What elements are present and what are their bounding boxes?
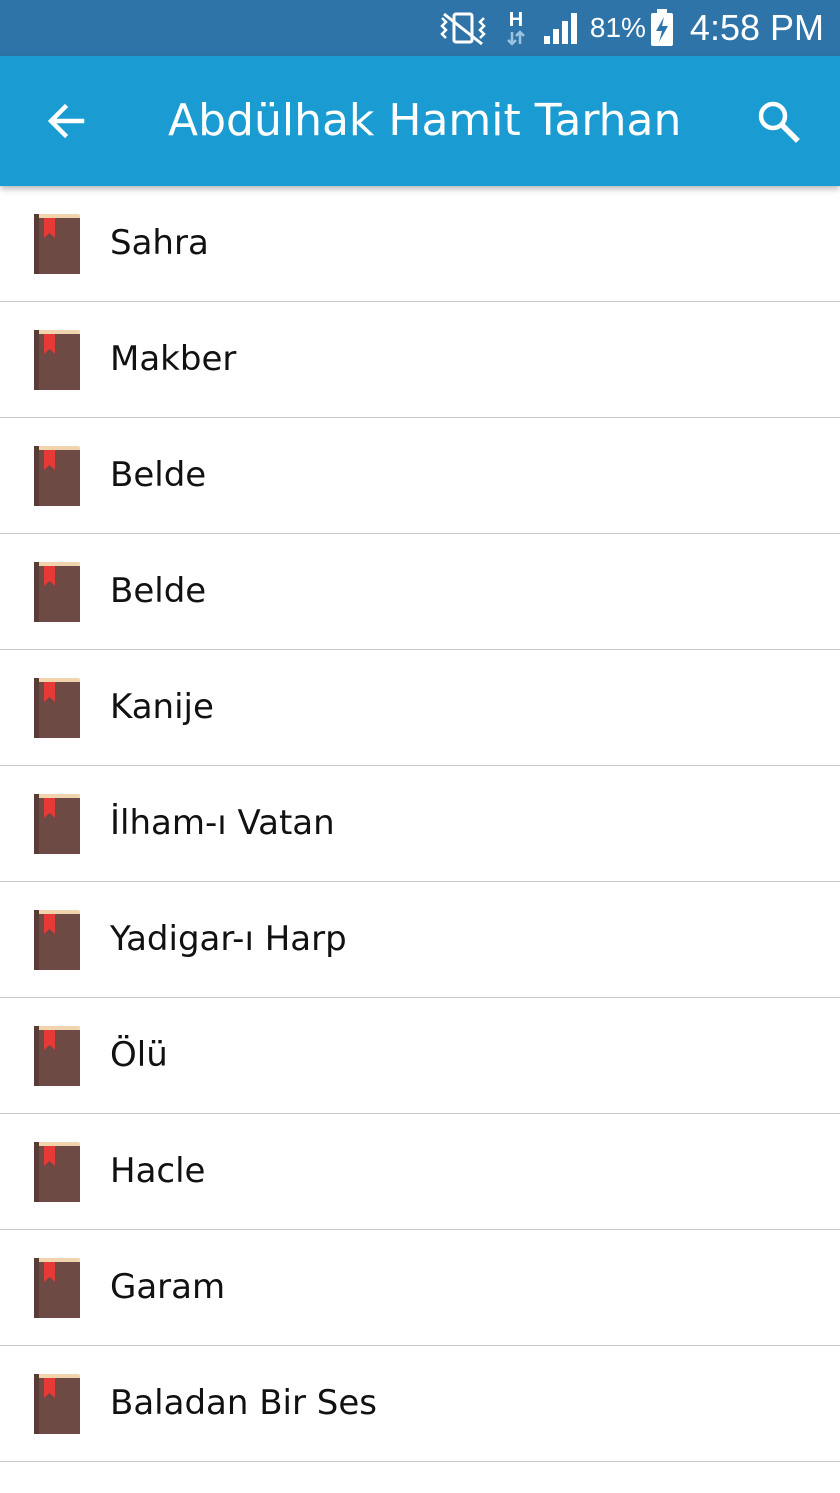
book-icon [34, 678, 80, 738]
book-icon [34, 1026, 80, 1086]
battery-charging-icon [650, 9, 674, 47]
back-button[interactable] [26, 81, 106, 161]
book-icon [34, 214, 80, 274]
list-item[interactable]: Belde [0, 418, 840, 534]
list-item-label: Belde [110, 571, 207, 611]
search-button[interactable] [738, 81, 818, 161]
list-item[interactable]: Sahra [0, 186, 840, 302]
app-bar: Abdülhak Hamit Tarhan [0, 56, 840, 186]
page-title: Abdülhak Hamit Tarhan [168, 95, 682, 146]
book-icon [34, 1374, 80, 1434]
list-item[interactable]: Ölü [0, 998, 840, 1114]
book-icon [34, 910, 80, 970]
status-bar: H 81% 4:58 PM [0, 0, 840, 56]
book-list: Sahra Makber Belde Belde Kanije İlham-ı … [0, 186, 840, 1493]
vibrate-icon [436, 10, 490, 46]
list-item-label: Kanije [110, 687, 214, 727]
list-item[interactable]: Belde [0, 534, 840, 650]
arrow-left-icon [47, 103, 85, 139]
list-item-label: Belde [110, 455, 207, 495]
list-item[interactable]: Garam [0, 1230, 840, 1346]
list-item[interactable]: İlham-ı Vatan [0, 766, 840, 882]
list-item[interactable]: Kanije [0, 650, 840, 766]
network-type-label: H [509, 9, 523, 31]
list-item-label: İlham-ı Vatan [110, 803, 335, 843]
signal-icon [542, 10, 580, 46]
list-item[interactable]: Yadigar-ı Harp [0, 882, 840, 998]
list-item-label: Hacle [110, 1151, 206, 1191]
book-icon [34, 330, 80, 390]
book-icon [34, 1258, 80, 1318]
list-item-label: Garam [110, 1267, 226, 1307]
network-h-icon: H [504, 8, 528, 48]
list-item[interactable]: Hacle [0, 1114, 840, 1230]
battery-percent: 81% [589, 12, 646, 43]
status-time: 4:58 PM [689, 7, 824, 48]
list-item-label: Makber [110, 339, 237, 379]
book-icon [34, 446, 80, 506]
search-icon [758, 101, 800, 143]
list-item-label: Sahra [110, 223, 209, 263]
book-icon [34, 1142, 80, 1202]
list-item-label: Ölü [110, 1035, 168, 1075]
list-item[interactable]: Baladan Bir Ses [0, 1346, 840, 1462]
book-icon [34, 794, 80, 854]
list-item[interactable]: Makber [0, 302, 840, 418]
list-item-label: Baladan Bir Ses [110, 1383, 377, 1423]
status-icons: H 81% 4:58 PM [422, 0, 824, 56]
book-icon [34, 562, 80, 622]
list-item-label: Yadigar-ı Harp [110, 919, 347, 959]
